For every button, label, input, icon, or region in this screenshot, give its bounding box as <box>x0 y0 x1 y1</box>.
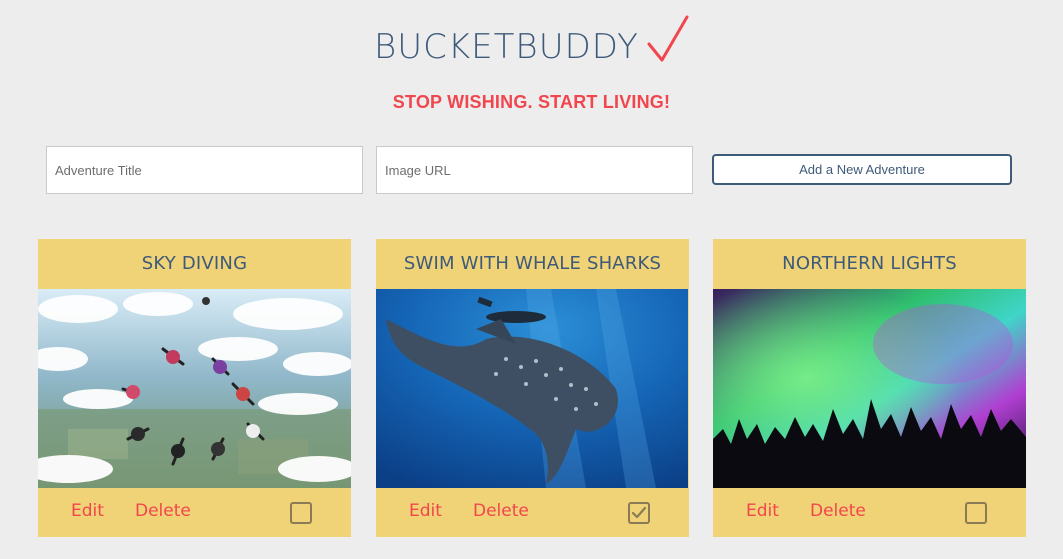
tagline: STOP WISHING. START LIVING! <box>392 92 671 112</box>
edit-link[interactable]: Edit <box>746 501 779 521</box>
card-image <box>376 289 689 488</box>
adventure-title-input[interactable] <box>46 146 363 194</box>
edit-link[interactable]: Edit <box>71 501 104 521</box>
card-footer: Edit Delete <box>38 488 351 537</box>
delete-link[interactable]: Delete <box>810 501 866 521</box>
whale-shark-image <box>376 289 688 488</box>
card-title: NORTHERN LIGHTS <box>782 253 957 274</box>
delete-link[interactable]: Delete <box>473 501 529 521</box>
northern-lights-image <box>713 289 1026 488</box>
card-image <box>38 289 351 488</box>
completed-checkbox[interactable] <box>290 502 312 524</box>
adventure-card: NORTHERN LIGHTS Edit Delete <box>713 239 1026 537</box>
add-adventure-button[interactable]: Add a New Adventure <box>712 154 1012 185</box>
adventure-card: SKY DIVING Edit Delete <box>38 239 351 537</box>
edit-link[interactable]: Edit <box>409 501 442 521</box>
logo-checkmark-icon <box>647 15 689 62</box>
card-image <box>713 289 1026 488</box>
card-footer: Edit Delete <box>713 488 1026 537</box>
card-title: SWIM WITH WHALE SHARKS <box>403 253 662 274</box>
completed-checkbox[interactable] <box>965 502 987 524</box>
card-title: SKY DIVING <box>141 253 248 274</box>
logo: BUCKETBUDDY <box>374 14 694 70</box>
image-url-input[interactable] <box>376 146 693 194</box>
card-footer: Edit Delete <box>376 488 689 537</box>
completed-checkbox-checked[interactable] <box>628 502 650 524</box>
delete-link[interactable]: Delete <box>135 501 191 521</box>
adventure-card: SWIM WITH WHALE SHARKS Edit Delete <box>376 239 689 537</box>
skydivers-image <box>38 289 351 488</box>
